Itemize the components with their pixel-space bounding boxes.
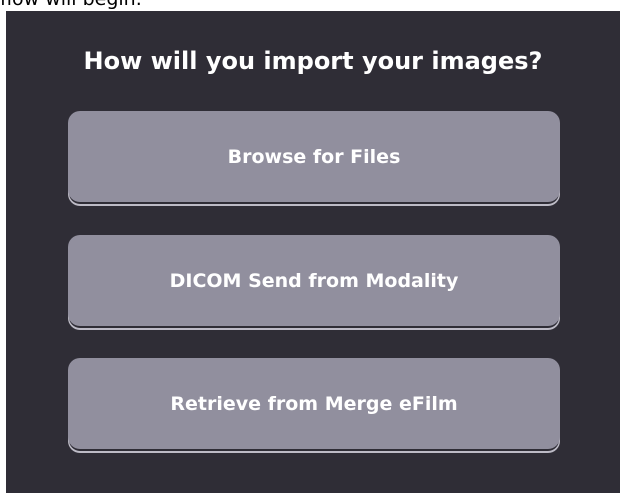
import-images-dialog: How will you import your images? Browse … xyxy=(6,11,620,493)
background-text-fragment: flow will begin. xyxy=(0,0,142,11)
retrieve-from-merge-efilm-button[interactable]: Retrieve from Merge eFilm xyxy=(68,358,560,449)
browse-for-files-button[interactable]: Browse for Files xyxy=(68,111,560,202)
dialog-title: How will you import your images? xyxy=(83,47,543,75)
dicom-send-from-modality-button[interactable]: DICOM Send from Modality xyxy=(68,235,560,326)
